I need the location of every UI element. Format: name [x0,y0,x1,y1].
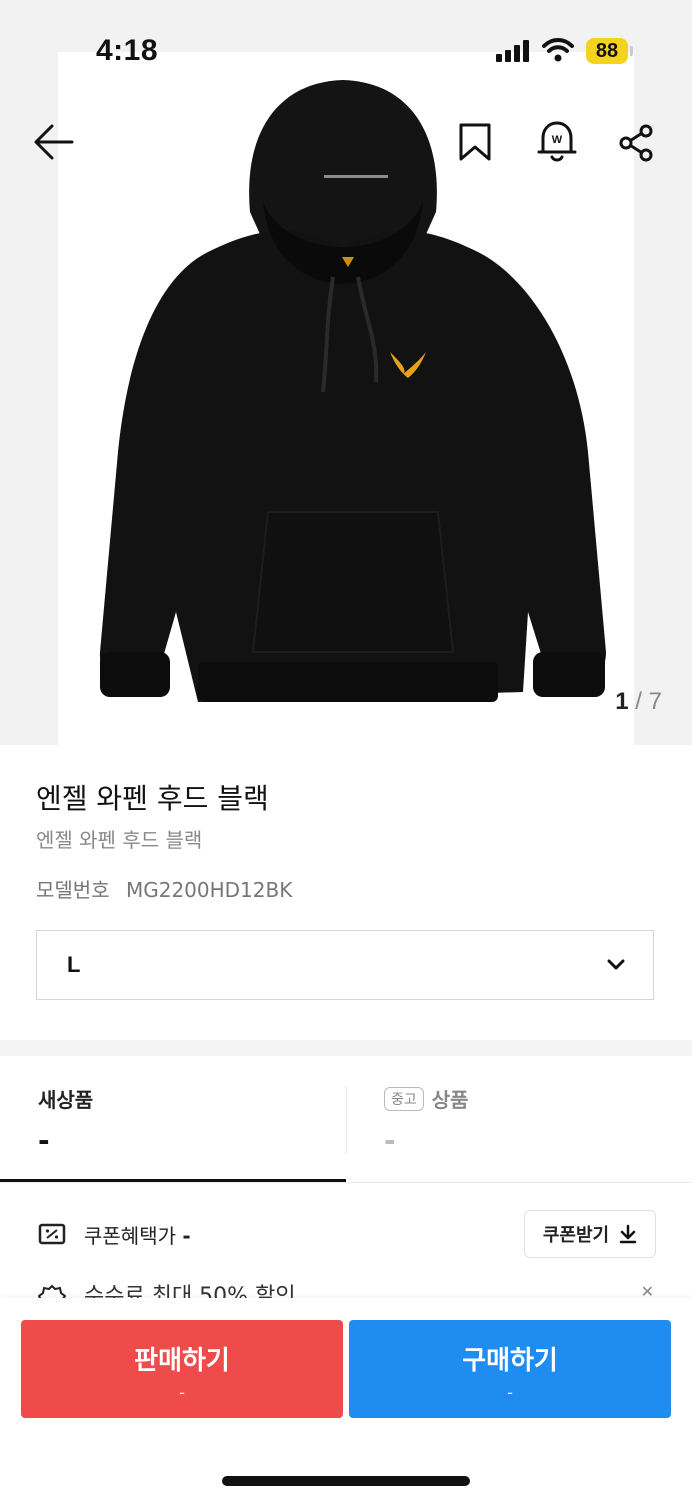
status-bar: 4:18 88 [0,0,692,100]
svg-text:W: W [552,134,563,146]
gallery-current: 1 [615,688,629,715]
section-divider [0,1040,692,1056]
gallery-counter: 1 / 7 [615,688,662,716]
model-number-label: 모델번호 [36,878,110,902]
gallery-separator: / [635,688,642,715]
tab-new-label: 새상품 [38,1088,94,1112]
condition-tabs: 새상품 - 중고 상품 - [0,1056,692,1183]
model-number-row: 모델번호 MG2200HD12BK [36,876,656,904]
buy-button[interactable]: 구매하기 - [349,1320,671,1418]
bottom-action-bar: 판매하기 - 구매하기 - [0,1298,692,1500]
coupon-benefit-text: 쿠폰혜택가 - [84,1220,191,1249]
status-time: 4:18 [96,34,159,67]
battery-indicator: 88 [586,38,628,64]
size-select[interactable]: L [36,930,654,1000]
model-number-value: MG2200HD12BK [125,878,293,902]
coupon-benefit-value: - [182,1224,191,1248]
coupon-benefit-label: 쿠폰혜택가 [84,1224,176,1248]
tab-new-product[interactable]: 새상품 - [0,1056,346,1182]
bookmark-icon[interactable] [458,122,492,162]
share-icon[interactable] [618,124,654,162]
product-title: 엔젤 와펜 후드 블랙 [36,782,269,815]
coupon-icon [38,1223,66,1245]
buy-button-label: 구매하기 [462,1346,558,1376]
tab-used-label-row: 중고 상품 [384,1084,469,1113]
sell-button-price: - [179,1383,185,1402]
wifi-icon [542,38,574,62]
tab-used-label: 상품 [431,1088,469,1112]
sell-button[interactable]: 판매하기 - [21,1320,343,1418]
buy-button-price: - [507,1383,513,1402]
tab-new-price: - [38,1124,50,1157]
product-subtitle: 엔젤 와펜 후드 블랙 [36,828,203,852]
get-coupon-label: 쿠폰받기 [542,1225,610,1246]
product-image-gallery[interactable] [0,0,692,745]
used-badge: 중고 [384,1086,424,1111]
home-indicator[interactable] [222,1476,470,1486]
chevron-down-icon [607,959,625,970]
cellular-signal-icon [496,40,529,62]
get-coupon-button[interactable]: 쿠폰받기 [524,1210,656,1258]
size-select-value: L [67,952,81,977]
product-info: 엔젤 와펜 후드 블랙 엔젤 와펜 후드 블랙 모델번호 MG2200HD12B… [36,780,656,904]
tab-used-product[interactable]: 중고 상품 - [346,1056,692,1182]
tab-used-price: - [384,1124,396,1157]
battery-tip [630,46,633,56]
download-icon [619,1224,637,1244]
back-arrow-icon[interactable] [32,122,74,162]
coupon-row: 쿠폰혜택가 - 쿠폰받기 [0,1200,692,1270]
sell-button-label: 판매하기 [134,1346,230,1376]
gallery-total: 7 [648,688,662,715]
price-alert-bell-icon[interactable]: W [536,118,578,164]
